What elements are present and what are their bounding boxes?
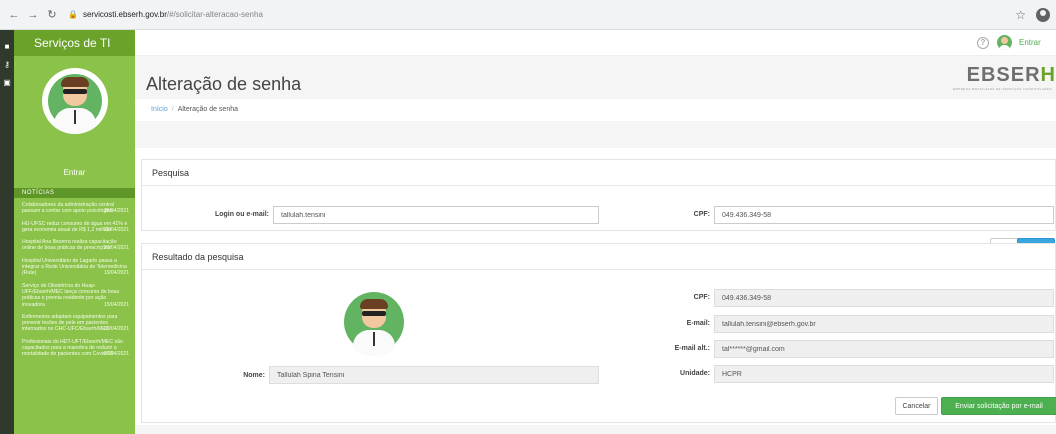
send-email-request-button[interactable]: Enviar solicitação por e-mail (941, 397, 1056, 415)
sidebar-avatar (41, 68, 108, 134)
news-date: 15/04/2021 (103, 301, 129, 308)
home-icon[interactable]: ■ (0, 38, 14, 56)
bottom-strip (135, 425, 1056, 434)
page-header: Alteração de senha EBSERH EMPRESA BRASIL… (135, 56, 1056, 148)
sidebar-title: Serviços de TI (14, 30, 135, 56)
url-path: /#/solicitar-alteracao-senha (166, 10, 263, 19)
icon-rail: ■ ⚷ ▣ (0, 30, 14, 434)
news-date: 22/04/2021 (103, 226, 129, 233)
address-bar[interactable]: 🔒 servicosti.ebserh.gov.br/#/solicitar-a… (68, 5, 1015, 25)
breadcrumb-separator: / (171, 106, 174, 113)
news-item[interactable]: Serviço de Obstetrícia do Huap-UFF/Ebser… (22, 283, 129, 308)
result-panel: Resultado da pesquisa Nome: CPF: E-mail:… (141, 243, 1056, 423)
breadcrumb-current: Alteração de senha (177, 106, 239, 113)
result-cpf-field (714, 289, 1054, 307)
ebserh-logo: EBSERH (966, 64, 1056, 86)
url-host: servicosti.ebserh.gov.br (82, 10, 167, 19)
unit-field (714, 365, 1054, 383)
email-alt-label: E-mail alt.: (674, 345, 710, 352)
result-cpf-label: CPF: (693, 294, 710, 301)
result-cancel-button[interactable]: Cancelar (895, 397, 938, 415)
app-topbar: ? Entrar (135, 30, 1056, 56)
result-panel-heading: Resultado da pesquisa (142, 244, 1055, 270)
search-panel-heading: Pesquisa (142, 160, 1055, 186)
reload-icon[interactable]: ↻ (44, 7, 60, 23)
user-avatar-icon[interactable] (997, 35, 1012, 50)
news-date: 06/04/2021 (103, 351, 129, 358)
logo-subtitle: EMPRESA BRASILEIRA DE SERVIÇOS HOSPITALA… (952, 87, 1052, 91)
breadcrumb: Início / Alteração de senha (135, 99, 1056, 121)
login-link[interactable]: Entrar (1019, 38, 1041, 47)
login-label: Login ou e-mail: (214, 211, 269, 218)
cpf-input[interactable] (714, 206, 1054, 224)
search-panel: Pesquisa Login ou e-mail: CPF: Cancelar … (141, 159, 1056, 256)
result-avatar (340, 288, 408, 356)
page-title: Alteração de senha (146, 74, 302, 94)
back-icon[interactable]: ← (6, 7, 22, 23)
breadcrumb-home[interactable]: Início (151, 106, 168, 113)
name-field (269, 366, 599, 384)
email-alt-field (714, 340, 1054, 358)
browser-profile-icon[interactable] (1036, 7, 1050, 22)
news-heading: NOTÍCIAS (14, 188, 135, 198)
news-list: Colaboradores da administração central p… (14, 198, 135, 358)
forward-icon[interactable]: → (25, 7, 41, 23)
news-item[interactable]: HU-UFSC reduz consumo de água em 41% e g… (22, 221, 129, 234)
unit-label: Unidade: (680, 370, 710, 377)
news-date: 20/04/2021 (103, 245, 129, 252)
lock-icon: 🔒 (68, 10, 78, 19)
news-item[interactable]: Profissionais do HDT-UFT/Ebserh/MEC são … (22, 339, 129, 358)
email-label: E-mail: (686, 320, 710, 327)
key-icon[interactable]: ⚷ (0, 56, 14, 74)
news-date: 19/04/2021 (103, 270, 129, 277)
news-item[interactable]: Hospital Ana Bezerra realiza capacitação… (22, 239, 129, 252)
news-date: 26/04/2021 (103, 208, 129, 215)
news-date: 09/04/2021 (103, 326, 129, 333)
help-icon[interactable]: ? (977, 37, 989, 49)
bookmark-star-icon[interactable]: ☆ (1015, 8, 1026, 22)
browser-toolbar: ← → ↻ 🔒 servicosti.ebserh.gov.br/#/solic… (0, 0, 1056, 30)
lock-icon[interactable]: ▣ (0, 74, 14, 92)
news-item[interactable]: Colaboradores da administração central p… (22, 202, 129, 215)
cpf-label: CPF: (693, 211, 710, 218)
news-item[interactable]: Enfermeiros adaptam equipamentos para pr… (22, 314, 129, 333)
login-input[interactable] (273, 206, 599, 224)
news-item[interactable]: Hospital Universitário de Lagarto passa … (22, 258, 129, 277)
email-field (714, 315, 1054, 333)
name-label: Nome: (243, 372, 265, 379)
sidebar-login-link[interactable]: Entrar (14, 168, 135, 177)
sidebar: Serviços de TI Entrar NOTÍCIAS Colaborad… (14, 30, 135, 434)
